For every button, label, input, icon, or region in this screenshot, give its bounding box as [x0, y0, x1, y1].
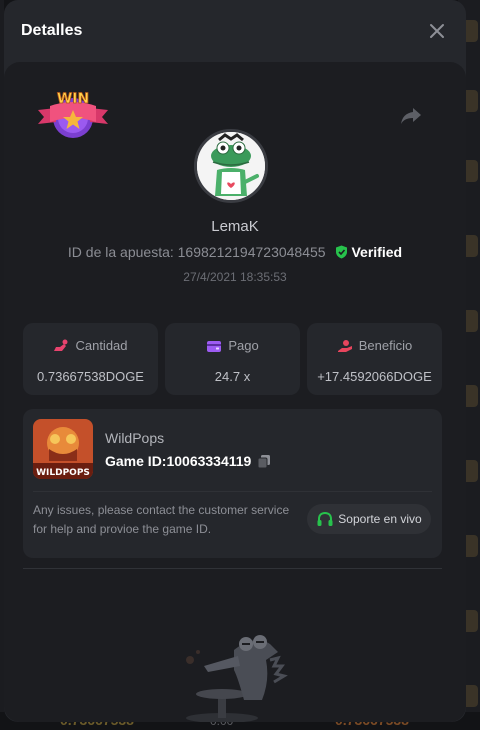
bet-id: ID de la apuesta: 1698212194723048455	[67, 244, 326, 260]
crocodile-avatar-icon	[197, 132, 265, 200]
game-id-row: Game ID:10063334119	[105, 453, 271, 469]
bet-details-modal: Detalles WIN LemaK ID de la apuesta: 169…	[4, 0, 466, 722]
win-badge: WIN	[36, 88, 110, 144]
stat-amount-value: 0.73667538DOGE	[37, 369, 144, 384]
share-icon	[401, 108, 421, 124]
game-panel: WILDPOPS WildPops Game ID:10063334119 An…	[23, 409, 442, 558]
bet-id-row: ID de la apuesta: 1698212194723048455 Ve…	[4, 244, 466, 260]
wallet-icon	[207, 341, 222, 352]
stat-amount-label-text: Cantidad	[75, 338, 128, 353]
verified-status: Verified	[335, 244, 402, 260]
live-support-button[interactable]: Soporte en vivo	[307, 504, 431, 534]
wildpops-thumbnail-icon: WILDPOPS	[33, 419, 93, 479]
close-icon	[430, 24, 444, 38]
stat-payout-label: Pago	[165, 338, 300, 353]
bet-amount-icon	[54, 339, 68, 351]
stat-amount-label: Cantidad	[23, 338, 158, 353]
live-support-label: Soporte en vivo	[338, 512, 422, 526]
win-badge-text: WIN	[57, 91, 89, 107]
username: LemaK	[211, 218, 259, 235]
share-button[interactable]	[400, 106, 422, 126]
bet-timestamp: 27/4/2021 18:35:53	[183, 270, 287, 284]
bet-card: WIN LemaK ID de la apuesta: 169821219472…	[4, 62, 466, 722]
stat-profit-value: +17.4592066DOGE	[317, 369, 432, 384]
crocodile-mascot-icon	[186, 635, 288, 722]
close-button[interactable]	[428, 22, 446, 40]
stat-amount: Cantidad 0.73667538DOGE	[23, 323, 158, 395]
stat-profit: Beneficio +17.4592066DOGE	[307, 323, 442, 395]
game-panel-divider	[33, 491, 432, 492]
game-thumbnail-label: WILDPOPS	[36, 468, 90, 478]
stat-payout-label-text: Pago	[228, 338, 259, 353]
game-id: Game ID:10063334119	[105, 453, 252, 469]
modal-title: Detalles	[21, 22, 83, 39]
support-hint-text: Any issues, please contact the customer …	[33, 503, 290, 536]
win-badge-icon: WIN	[38, 91, 108, 138]
stat-profit-label: Beneficio	[307, 338, 442, 353]
copy-icon[interactable]	[257, 454, 271, 468]
stats-row: Cantidad 0.73667538DOGE Pago 24.7 x Bene…	[23, 323, 442, 395]
verified-label: Verified	[351, 244, 403, 260]
headset-icon	[317, 511, 333, 526]
profit-hand-icon	[337, 340, 352, 352]
game-name: WildPops	[105, 430, 165, 446]
game-thumbnail[interactable]: WILDPOPS	[33, 419, 93, 479]
stat-profit-label-text: Beneficio	[358, 338, 413, 353]
modal-header: Detalles	[4, 0, 466, 62]
avatar	[194, 129, 268, 203]
stat-payout-value: 24.7 x	[214, 369, 251, 384]
verified-shield-icon	[336, 245, 348, 259]
stat-payout: Pago 24.7 x	[165, 323, 300, 395]
card-divider	[23, 568, 442, 569]
mascot-illustration	[174, 630, 304, 722]
